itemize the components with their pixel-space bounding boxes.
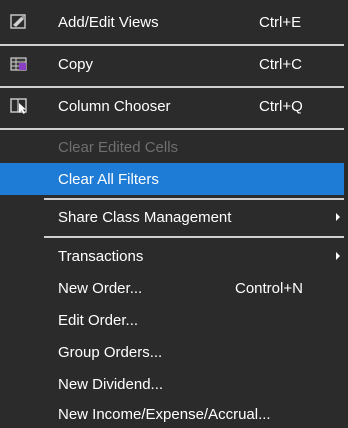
menu-item-label: Copy [58,55,94,73]
menu-separator [0,128,348,130]
submenu-arrow-icon [336,213,340,221]
column-chooser-icon [10,98,28,114]
menu-item-transactions[interactable]: Transactions [0,240,344,272]
shortcut-text: Ctrl+Q [259,97,303,115]
menu-item-label: Clear Edited Cells [58,138,179,156]
menu-separator [44,236,348,238]
menu-separator [44,198,348,200]
menu-item-new-dividend[interactable]: New Dividend... [0,368,344,400]
menu-item-label: Column Chooser [58,97,171,115]
shortcut-text: Ctrl+C [259,55,302,73]
menu-item-edit-order[interactable]: Edit Order... [0,304,344,336]
menu-item-label: Transactions [58,247,144,265]
menu-right-edge [344,0,348,428]
menu-item-add-edit-views[interactable]: Add/Edit Views Ctrl+E [0,6,344,38]
menu-item-label: Edit Order... [58,311,139,329]
menu-item-clear-all-filters[interactable]: Clear All Filters [0,163,344,195]
menu-item-label: New Income/Expense/Accrual... [58,405,271,423]
menu-item-label: New Dividend... [58,375,164,393]
menu-item-label: Clear All Filters [58,170,159,188]
menu-item-label: Group Orders... [58,343,163,361]
menu-item-label: Add/Edit Views [58,13,159,31]
menu-item-new-order[interactable]: New Order... Control+N [0,272,344,304]
submenu-arrow-icon [336,252,340,260]
menu-item-copy[interactable]: Copy Ctrl+C [0,48,344,80]
shortcut-text: Ctrl+E [259,13,302,31]
context-menu: Add/Edit Views Ctrl+E Copy Ctrl+C Column… [0,0,348,428]
menu-separator [0,86,348,88]
menu-item-column-chooser[interactable]: Column Chooser Ctrl+Q [0,90,344,122]
menu-item-share-class-management[interactable]: Share Class Management [0,201,344,233]
menu-item-label: New Order... [58,279,143,297]
views-icon [10,14,28,30]
menu-item-group-orders[interactable]: Group Orders... [0,336,344,368]
shortcut-text: Control+N [235,279,303,297]
menu-separator [0,44,348,46]
menu-item-new-income-expense-accrual[interactable]: New Income/Expense/Accrual... [0,398,344,428]
menu-item-clear-edited-cells: Clear Edited Cells [0,131,344,163]
menu-item-label: Share Class Management [58,208,232,226]
copy-icon [10,56,28,72]
